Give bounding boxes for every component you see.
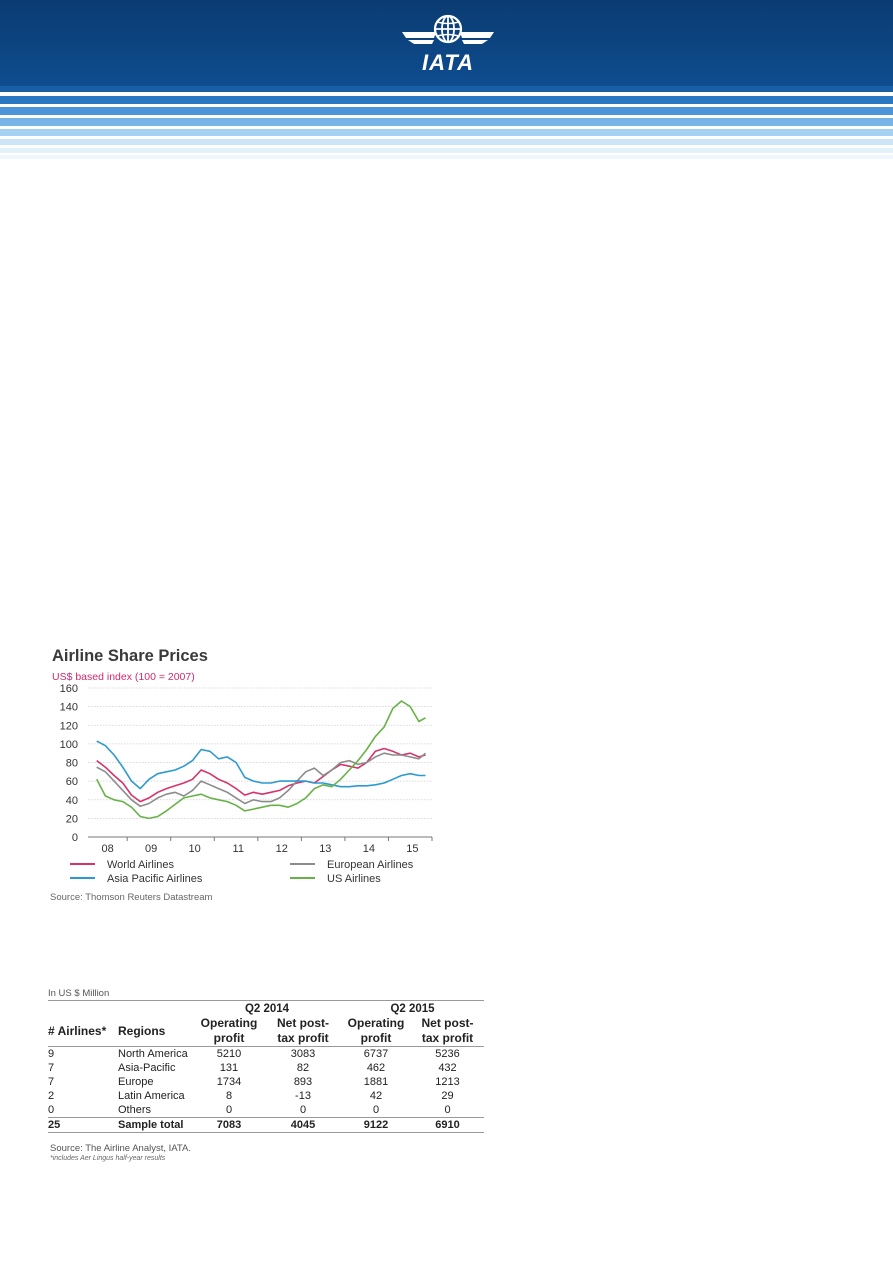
table-row: 0 Others 00 00 bbox=[48, 1104, 451, 1116]
y-tick-label: 60 bbox=[66, 776, 78, 788]
globe-wings-icon bbox=[402, 14, 494, 44]
y-tick-label: 100 bbox=[60, 739, 78, 751]
column-header-row: # Airlines* Regions Operating profit Net … bbox=[48, 1016, 484, 1047]
col-header-regions: Regions bbox=[118, 1016, 193, 1047]
col-header-airlines: # Airlines* bbox=[48, 1016, 118, 1047]
profit-table: In US $ Million Q2 2014 Q2 2015 # Airlin… bbox=[48, 988, 484, 1133]
header-banner: IATA bbox=[0, 0, 893, 162]
period-header-row: Q2 2014 Q2 2015 bbox=[48, 1000, 484, 1016]
x-tick-label: 15 bbox=[406, 843, 418, 855]
legend-label: World Airlines bbox=[107, 859, 175, 871]
unit-note: In US $ Million bbox=[48, 988, 110, 999]
chart-source: Source: Thomson Reuters Datastream bbox=[50, 892, 213, 903]
col-header-net-profit: Net post-tax profit bbox=[411, 1016, 484, 1047]
x-tick-label: 14 bbox=[363, 843, 375, 855]
share-price-chart: 0 20 40 60 80 100 120 140 160 08 09 10 11 12 13 14 15 Wor… bbox=[60, 683, 433, 885]
y-tick-label: 80 bbox=[66, 758, 78, 770]
table-row: 7 Asia-Pacific 131 82 462 432 bbox=[48, 1062, 457, 1074]
y-tick-label: 20 bbox=[66, 813, 78, 825]
table-footnote: *includes Aer Lingus half-year results bbox=[50, 1155, 166, 1162]
x-tick-label: 09 bbox=[145, 843, 157, 855]
legend-label: US Airlines bbox=[327, 873, 381, 885]
col-header-net-profit: Net post-tax profit bbox=[265, 1016, 341, 1047]
y-tick-label: 140 bbox=[60, 702, 78, 714]
y-tick-label: 0 bbox=[72, 832, 78, 844]
y-tick-label: 120 bbox=[60, 720, 78, 732]
chart-title: Airline Share Prices bbox=[52, 647, 208, 665]
x-tick-label: 08 bbox=[101, 843, 113, 855]
results-table: Q2 2014 Q2 2015 # Airlines* Regions Oper… bbox=[48, 1000, 484, 1133]
iata-logo: IATA bbox=[398, 12, 498, 75]
legend-label: European Airlines bbox=[327, 859, 414, 871]
table-row: 9 North America 5210 3083 6737 5236 bbox=[48, 1048, 460, 1060]
x-tick-label: 13 bbox=[319, 843, 331, 855]
col-header-op-profit: Operating profit bbox=[193, 1016, 265, 1047]
x-tick-label: 10 bbox=[189, 843, 201, 855]
y-tick-label: 40 bbox=[66, 795, 78, 807]
period-header: Q2 2015 bbox=[341, 1000, 484, 1016]
legend-label: Asia Pacific Airlines bbox=[107, 873, 203, 885]
table-source: Source: The Airline Analyst, IATA. bbox=[50, 1143, 191, 1154]
y-tick-label: 160 bbox=[60, 683, 78, 695]
col-header-op-profit: Operating profit bbox=[341, 1016, 411, 1047]
table-row: 2 Latin America 8 -13 42 29 bbox=[48, 1090, 454, 1102]
table-total-row: 25 Sample total 7083 4045 9122 6910 bbox=[48, 1117, 484, 1133]
table-row: 7 Europe 1734 893 1881 1213 bbox=[48, 1076, 460, 1088]
x-tick-label: 12 bbox=[276, 843, 288, 855]
period-header: Q2 2014 bbox=[193, 1000, 341, 1016]
logo-text: IATA bbox=[421, 50, 475, 75]
x-tick-label: 11 bbox=[233, 843, 244, 855]
